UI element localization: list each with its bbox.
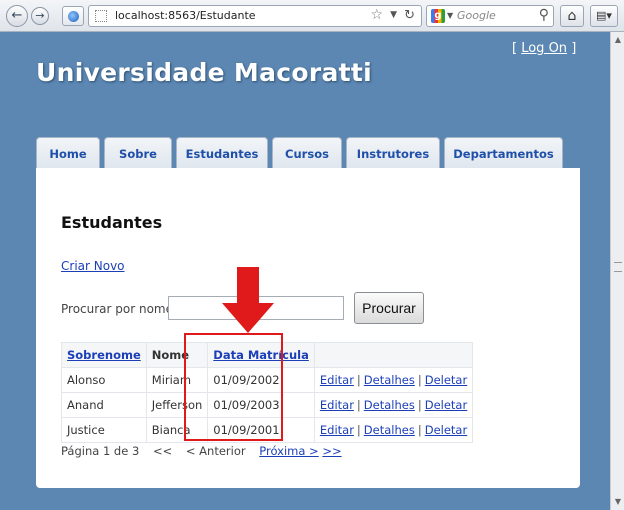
pager-first: <<: [152, 444, 173, 458]
column-header-sobrenome[interactable]: Sobrenome: [61, 342, 147, 368]
create-new-link[interactable]: Criar Novo: [61, 259, 125, 273]
scroll-down-icon[interactable]: ▼: [613, 497, 623, 507]
tab-estudantes[interactable]: Estudantes: [176, 137, 268, 169]
site-title: Universidade Macoratti: [36, 58, 373, 87]
bookmark-star-icon[interactable]: ☆: [370, 7, 383, 23]
details-link[interactable]: Detalhes: [364, 398, 415, 412]
tab-cursos[interactable]: Cursos: [272, 137, 342, 169]
separator: |: [356, 398, 361, 412]
search-button[interactable]: Procurar: [354, 292, 424, 324]
browser-toolbar: ← → localhost:8563/Estudante ☆ ▼ ↻ g ▼ G…: [0, 0, 624, 32]
details-link[interactable]: Detalhes: [364, 423, 415, 437]
delete-link[interactable]: Deletar: [425, 398, 468, 412]
cell-last: Justice: [61, 417, 147, 443]
sort-sobrenome-link[interactable]: Sobrenome: [67, 348, 141, 362]
details-link[interactable]: Detalhes: [364, 373, 415, 387]
logon-link[interactable]: Log On: [521, 41, 567, 56]
edit-link[interactable]: Editar: [320, 373, 354, 387]
separator: |: [417, 398, 422, 412]
cell-actions: Editar | Detalhes | Deletar: [313, 392, 474, 418]
google-engine-icon[interactable]: g: [431, 9, 445, 23]
separator: |: [356, 423, 361, 437]
search-placeholder: Google: [457, 9, 496, 22]
separator: |: [417, 373, 422, 387]
delete-link[interactable]: Deletar: [425, 373, 468, 387]
home-icon[interactable]: ⌂: [560, 5, 584, 27]
logon-bracket-close: ]: [571, 41, 577, 56]
pager-prev: < Anterior: [185, 444, 246, 458]
pager-next-link[interactable]: Próxima >: [259, 444, 318, 458]
page-icon: [95, 10, 107, 22]
tab-instrutores[interactable]: Instrutores: [346, 137, 440, 169]
address-bar[interactable]: localhost:8563/Estudante ☆ ▼ ↻: [88, 5, 422, 27]
edit-link[interactable]: Editar: [320, 398, 354, 412]
tab-departamentos[interactable]: Departamentos: [444, 137, 563, 169]
search-label: Procurar por nome:: [61, 302, 178, 316]
globe-icon: [68, 11, 79, 22]
vertical-scrollbar[interactable]: ▲ ▼: [610, 32, 624, 510]
forward-arrow-icon[interactable]: →: [31, 7, 49, 25]
back-arrow-icon[interactable]: ←: [6, 5, 28, 27]
history-dropdown-icon[interactable]: ▼: [390, 10, 397, 20]
pager-last-link[interactable]: >>: [322, 444, 341, 458]
cell-actions: Editar | Detalhes | Deletar: [313, 417, 474, 443]
highlight-box: [184, 333, 283, 441]
cell-actions: Editar | Detalhes | Deletar: [313, 367, 474, 393]
cell-last: Alonso: [61, 367, 147, 393]
menu-icon[interactable]: ▤▾: [590, 5, 618, 27]
logon-bracket-open: [: [512, 41, 518, 56]
search-bar[interactable]: g ▼ Google ⚲: [426, 5, 554, 27]
pager-status: Página 1 de 3: [61, 444, 140, 458]
down-arrow-icon: [222, 267, 274, 333]
cell-last: Anand: [61, 392, 147, 418]
reload-icon[interactable]: ↻: [404, 8, 415, 23]
page-heading: Estudantes: [61, 213, 163, 232]
tab-sobre[interactable]: Sobre: [104, 137, 172, 169]
scroll-grip[interactable]: [614, 262, 622, 272]
delete-link[interactable]: Deletar: [425, 423, 468, 437]
logon-area: [ Log On ]: [512, 41, 576, 56]
engine-dropdown-icon[interactable]: ▼: [447, 11, 453, 20]
main-content: Estudantes Criar Novo Procurar por nome:…: [36, 168, 580, 488]
separator: |: [356, 373, 361, 387]
site-identity-button[interactable]: [62, 6, 84, 26]
edit-link[interactable]: Editar: [320, 423, 354, 437]
scroll-up-icon[interactable]: ▲: [613, 35, 623, 45]
magnifier-icon[interactable]: ⚲: [539, 7, 549, 23]
pager: Página 1 de 3 << < Anterior Próxima > >>: [61, 444, 342, 458]
tab-home[interactable]: Home: [36, 137, 100, 169]
separator: |: [417, 423, 422, 437]
url-text[interactable]: localhost:8563/Estudante: [115, 9, 256, 22]
column-header-actions: [313, 342, 474, 368]
